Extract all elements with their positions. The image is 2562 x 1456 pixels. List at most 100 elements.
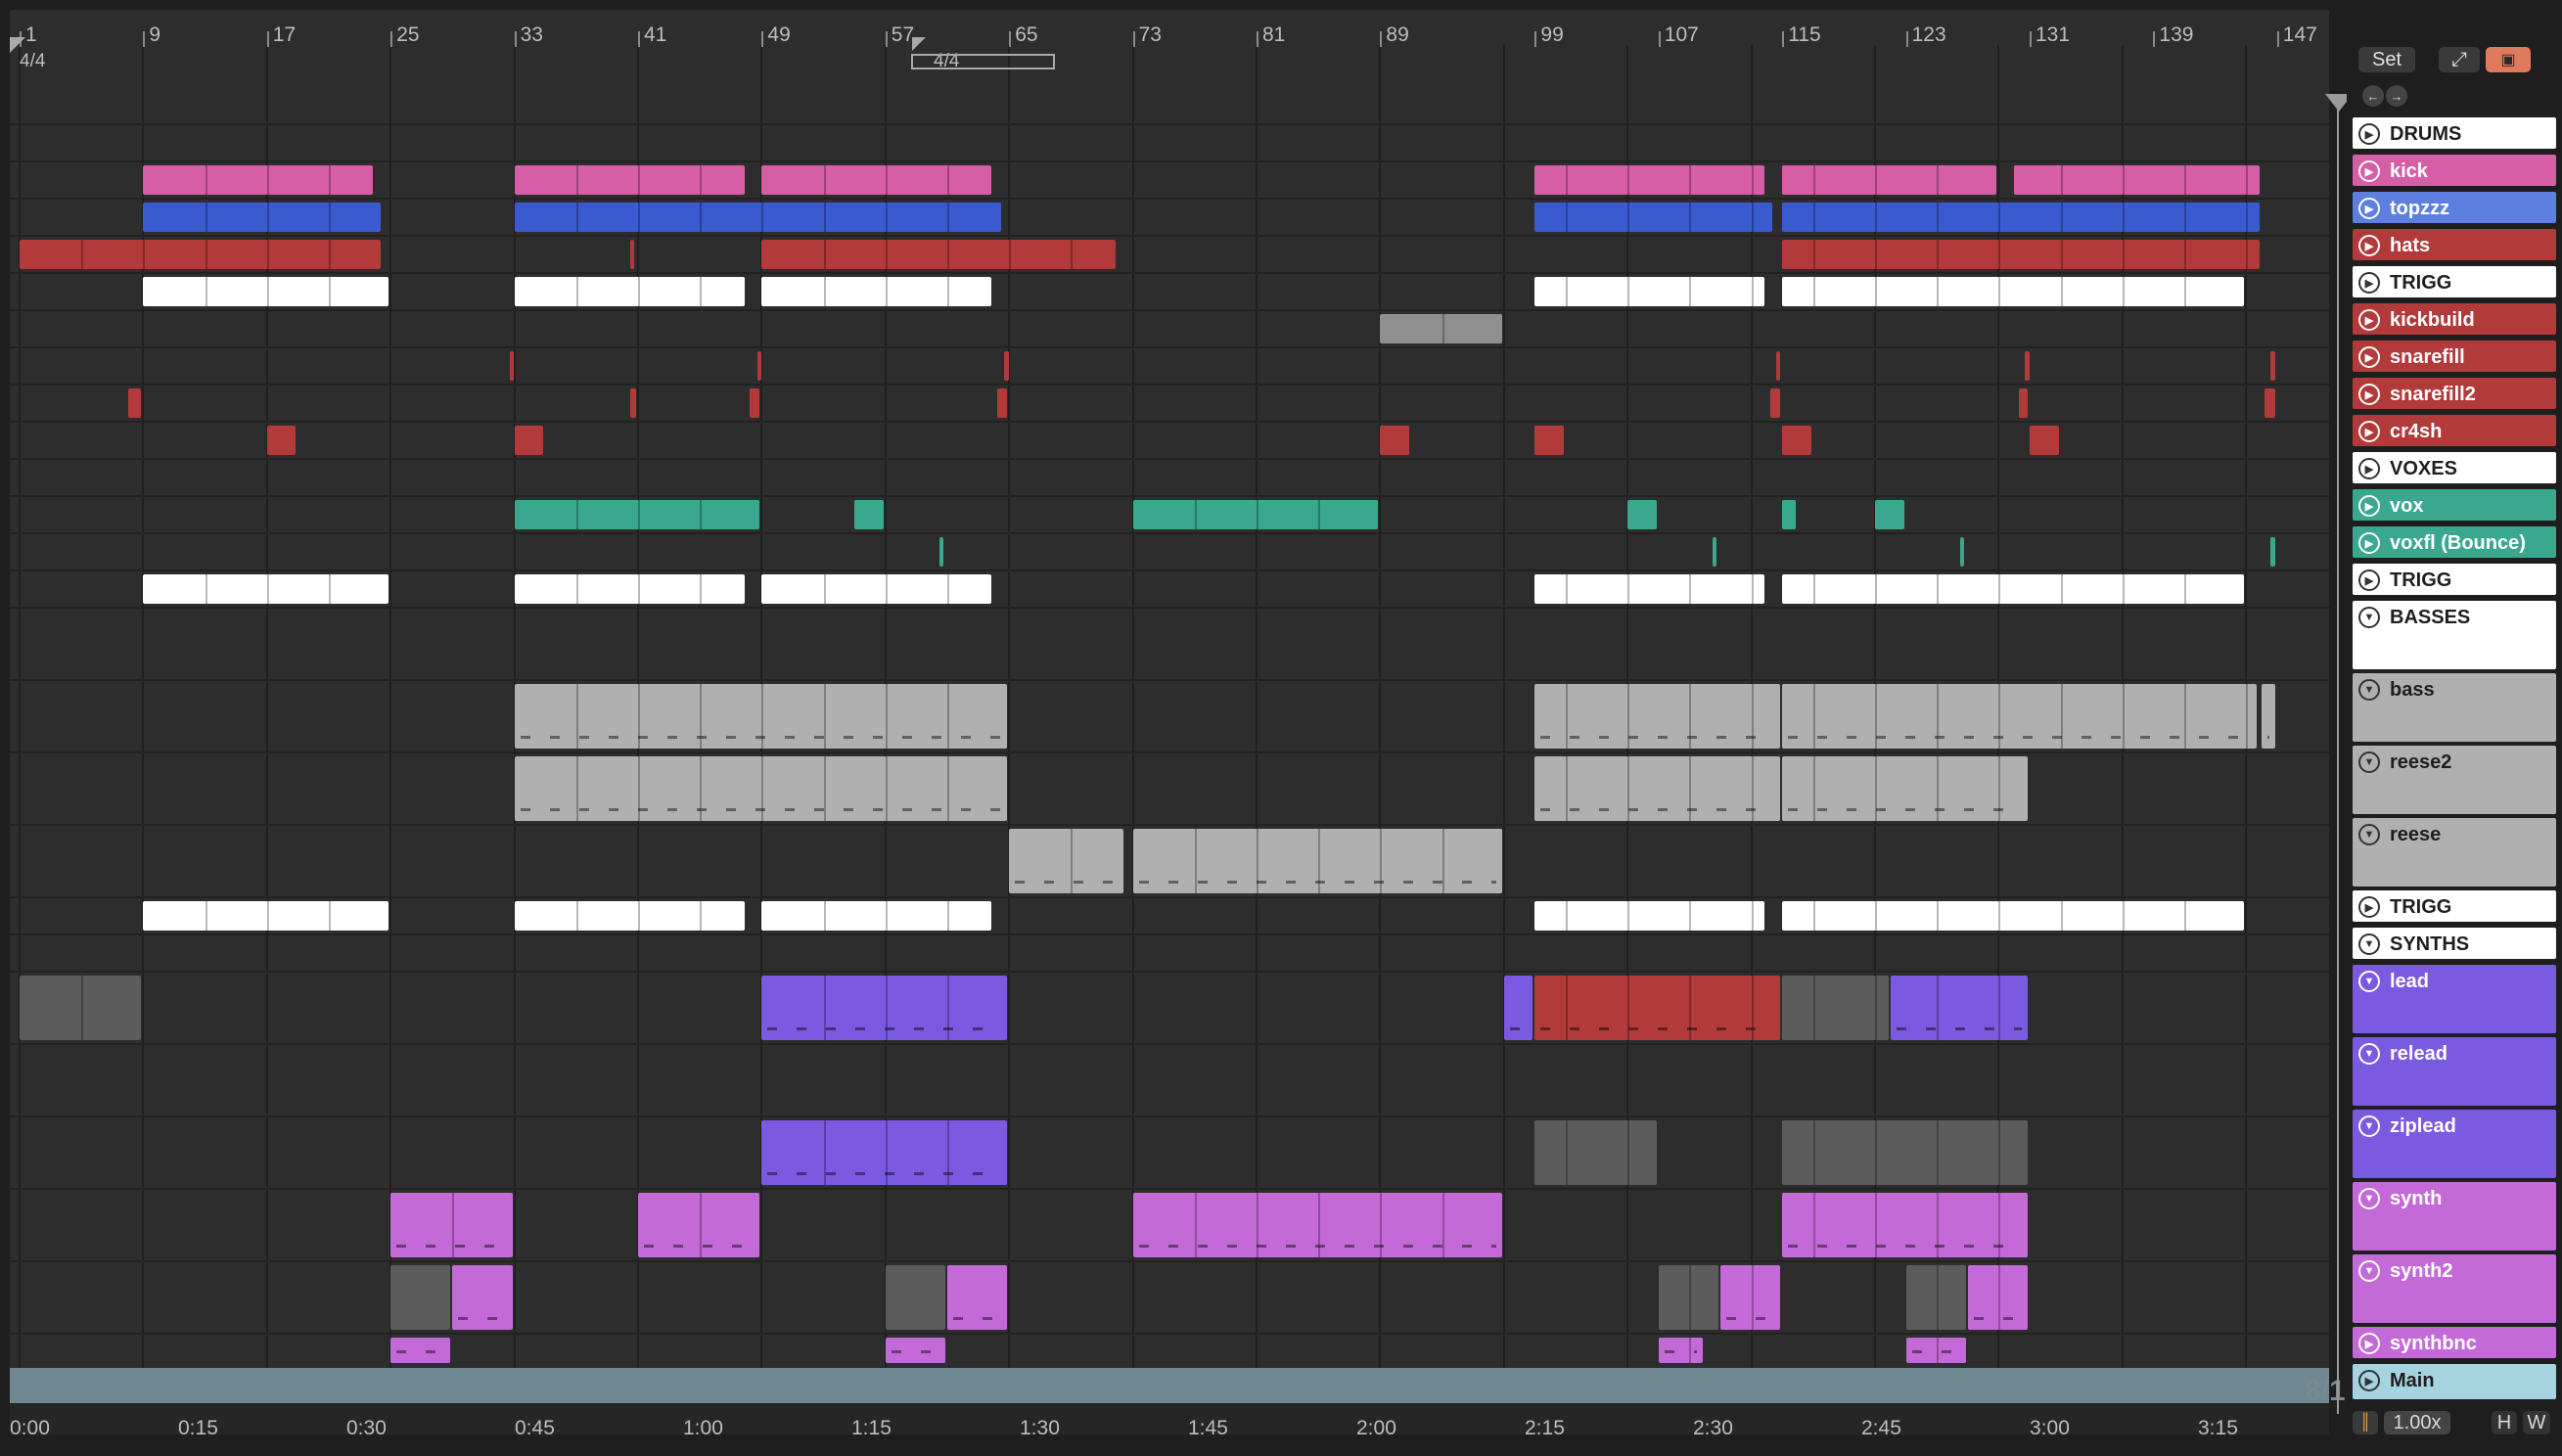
clip[interactable] [514, 684, 1008, 749]
clip[interactable] [143, 277, 389, 306]
clip[interactable] [2270, 351, 2275, 381]
clip[interactable] [1782, 976, 1889, 1040]
clip[interactable] [514, 756, 1008, 821]
clip[interactable] [2265, 388, 2275, 418]
clip[interactable] [996, 388, 1008, 418]
track-header-cr4sh[interactable]: ▶ cr4sh [2353, 415, 2556, 446]
clip[interactable] [761, 976, 1008, 1040]
track-header-reese2[interactable]: ▼ reese2 [2353, 746, 2556, 814]
fold-toggle-icon[interactable]: ▼ [2358, 751, 2380, 773]
clip[interactable] [2262, 684, 2275, 749]
activator-icon[interactable]: ▶ [2358, 896, 2380, 918]
clip[interactable] [1658, 1338, 1704, 1363]
clip[interactable] [452, 1265, 513, 1330]
fold-toggle-icon[interactable]: ▼ [2358, 1115, 2380, 1137]
prev-arrow-icon[interactable]: ← [2362, 85, 2384, 107]
loop-brace[interactable] [911, 54, 1055, 69]
clip[interactable] [1769, 388, 1781, 418]
zoom-display[interactable]: 1.00x [2384, 1411, 2450, 1434]
clip[interactable] [1905, 1338, 1966, 1363]
clip[interactable] [749, 388, 760, 418]
clip[interactable] [1782, 756, 2028, 821]
clip[interactable] [761, 165, 992, 195]
activator-icon[interactable]: ▶ [2358, 346, 2380, 368]
activator-icon[interactable]: ▶ [2358, 569, 2380, 591]
track-header-hats[interactable]: ▶ hats [2353, 229, 2556, 260]
clip[interactable] [854, 500, 884, 529]
clip[interactable] [1782, 1120, 2028, 1185]
clip[interactable] [514, 165, 745, 195]
track-header-topzzz[interactable]: ▶ topzzz [2353, 192, 2556, 223]
clip[interactable] [514, 901, 745, 931]
track-header-vox[interactable]: ▶ vox [2353, 489, 2556, 521]
clip[interactable] [1967, 1265, 2028, 1330]
activator-icon[interactable]: ▶ [2358, 1370, 2380, 1391]
track-header-snarefill[interactable]: ▶ snarefill [2353, 341, 2556, 372]
clip[interactable] [1905, 1265, 1966, 1330]
clip[interactable] [514, 203, 1001, 232]
lock-icon[interactable]: ▣ [2486, 47, 2531, 72]
clip[interactable] [1534, 277, 1765, 306]
activator-icon[interactable]: ▶ [2358, 1333, 2380, 1354]
fold-toggle-icon[interactable]: ▼ [2358, 1188, 2380, 1209]
clip[interactable] [630, 240, 635, 269]
clip[interactable] [2270, 537, 2275, 567]
clip[interactable] [514, 500, 760, 529]
clip[interactable] [1775, 351, 1781, 381]
section-marker-icon[interactable] [912, 37, 926, 51]
clip[interactable] [2030, 426, 2059, 455]
clip[interactable] [1132, 829, 1502, 893]
clip[interactable] [514, 277, 745, 306]
clip[interactable] [1782, 277, 2245, 306]
clip[interactable] [1782, 500, 1796, 529]
track-header-relead[interactable]: ▼ relead [2353, 1037, 2556, 1106]
activator-icon[interactable]: ▶ [2358, 123, 2380, 145]
clip[interactable] [20, 976, 142, 1040]
arrangement-view[interactable]: 1 9 17 25 33 41 49 57 65 73 81 89 99 107 115 123 131 139 1… [10, 10, 2346, 1439]
clip[interactable] [390, 1193, 513, 1257]
activator-icon[interactable]: ▶ [2358, 532, 2380, 554]
activator-icon[interactable]: ▶ [2358, 495, 2380, 517]
audio-meter-icon[interactable]: ║ [2353, 1411, 2378, 1434]
clip[interactable] [1875, 500, 1904, 529]
clip[interactable] [1503, 976, 1533, 1040]
start-marker-icon[interactable] [10, 37, 25, 53]
activator-icon[interactable]: ▶ [2358, 198, 2380, 219]
clip[interactable] [1782, 203, 2260, 232]
clip[interactable] [514, 426, 544, 455]
clip[interactable] [1132, 500, 1379, 529]
clip[interactable] [761, 1120, 1008, 1185]
fold-toggle-icon[interactable]: ▼ [2358, 933, 2380, 955]
activator-icon[interactable]: ▶ [2358, 421, 2380, 442]
clip[interactable] [1380, 314, 1502, 343]
clip[interactable] [761, 574, 992, 604]
clip[interactable] [1782, 901, 2245, 931]
track-header-lead[interactable]: ▼ lead [2353, 965, 2556, 1033]
track-header-voxfl-bounce-[interactable]: ▶ voxfl (Bounce) [2353, 526, 2556, 558]
clip[interactable] [638, 1193, 760, 1257]
clip[interactable] [761, 901, 992, 931]
clip[interactable] [1627, 500, 1657, 529]
clip[interactable] [2014, 165, 2260, 195]
h-button[interactable]: H [2492, 1411, 2517, 1434]
clip[interactable] [1782, 1193, 2028, 1257]
set-button[interactable]: Set [2358, 47, 2415, 72]
track-header-main[interactable]: ▶ Main [2353, 1364, 2556, 1399]
fold-toggle-icon[interactable]: ▼ [2358, 971, 2380, 992]
clip[interactable] [143, 165, 374, 195]
clip[interactable] [1380, 426, 1409, 455]
clip[interactable] [143, 203, 382, 232]
clip[interactable] [1534, 426, 1564, 455]
activator-icon[interactable]: ▶ [2358, 384, 2380, 405]
w-button[interactable]: W [2523, 1411, 2550, 1434]
activator-icon[interactable]: ▶ [2358, 458, 2380, 479]
track-header-ziplead[interactable]: ▼ ziplead [2353, 1110, 2556, 1178]
fold-toggle-icon[interactable]: ▼ [2358, 679, 2380, 701]
track-header-snarefill2[interactable]: ▶ snarefill2 [2353, 378, 2556, 409]
clip[interactable] [2018, 388, 2028, 418]
fold-toggle-icon[interactable]: ▼ [2358, 1260, 2380, 1282]
track-header-basses[interactable]: ▼ BASSES [2353, 601, 2556, 669]
clip[interactable] [1658, 1265, 1718, 1330]
clip[interactable] [390, 1338, 451, 1363]
clip[interactable] [1004, 351, 1009, 381]
